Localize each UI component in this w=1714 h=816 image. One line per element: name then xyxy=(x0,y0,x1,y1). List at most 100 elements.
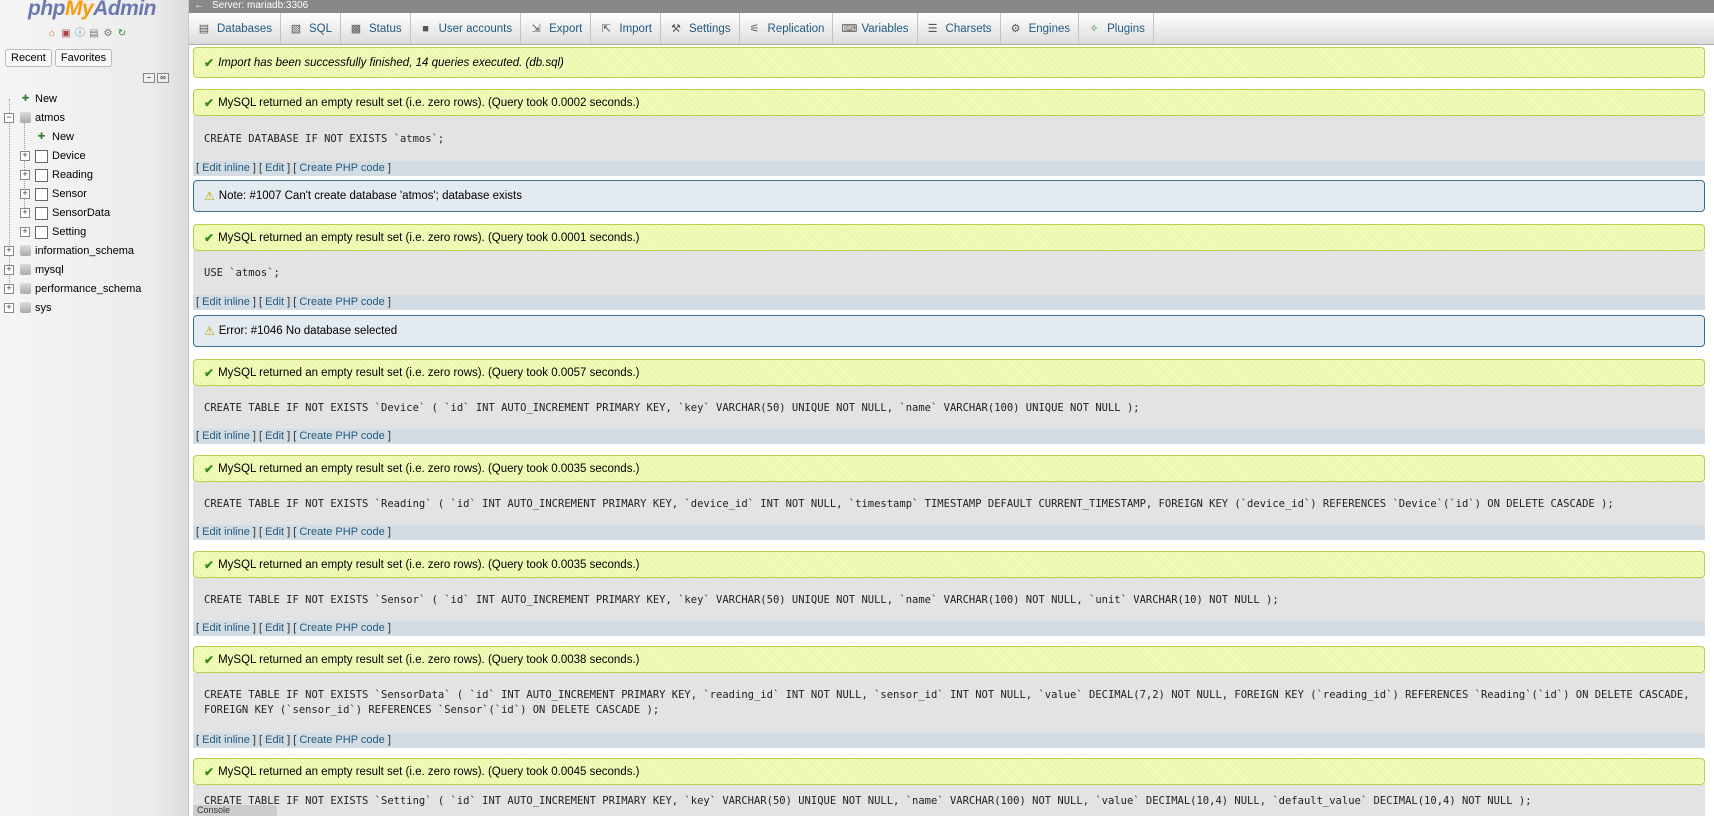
expand-icon[interactable]: + xyxy=(20,227,30,237)
expand-icon[interactable]: + xyxy=(4,246,14,256)
navigation-sidebar: phpMyAdmin ⌂ ▣ ⓘ ▤ ⚙ ↻ Recent Favorites … xyxy=(0,0,189,816)
expand-icon[interactable]: + xyxy=(20,208,30,218)
tab-settings[interactable]: ⚒ Settings xyxy=(661,13,740,44)
query-result-message: ✔ MySQL returned an empty result set (i.… xyxy=(193,551,1705,578)
edit-inline-link[interactable]: Edit inline xyxy=(202,526,250,538)
tab-export[interactable]: ⇲ Export xyxy=(521,13,592,44)
edit-link[interactable]: Edit xyxy=(265,526,284,538)
tab-plugins[interactable]: ✧ Plugins xyxy=(1079,13,1154,44)
expand-icon[interactable]: + xyxy=(20,170,30,180)
tree-item-db-sys[interactable]: + sys xyxy=(0,299,189,318)
edit-link[interactable]: Edit xyxy=(265,162,284,174)
success-check-icon: ✔ xyxy=(204,764,215,779)
warning-icon: ⚠ xyxy=(204,189,215,203)
link-with-main-icon[interactable]: ∞ xyxy=(157,73,169,83)
message-text: MySQL returned an empty result set (i.e.… xyxy=(218,96,640,109)
create-php-code-link[interactable]: Create PHP code xyxy=(299,296,384,308)
expand-icon[interactable]: + xyxy=(20,151,30,161)
reload-icon[interactable]: ↻ xyxy=(116,28,128,40)
create-php-code-link[interactable]: Create PHP code xyxy=(299,734,384,746)
query-result-message: ✔ MySQL returned an empty result set (i.… xyxy=(193,224,1705,251)
tab-import[interactable]: ⇱ Import xyxy=(591,13,661,44)
tree-item-db-performance-schema[interactable]: + performance_schema xyxy=(0,280,189,299)
edit-inline-link[interactable]: Edit inline xyxy=(202,622,250,634)
tree-label-atmos-new: New xyxy=(52,131,75,143)
exit-icon[interactable]: ▣ xyxy=(60,28,72,40)
expand-icon[interactable]: + xyxy=(20,189,30,199)
tree-item-table-setting[interactable]: + Setting xyxy=(0,223,189,242)
expand-icon[interactable]: + xyxy=(4,284,14,294)
sql-query: CREATE TABLE IF NOT EXISTS `Device` ( `i… xyxy=(193,386,1705,429)
status-icon: ▩ xyxy=(350,22,362,35)
tab-sql[interactable]: ▧ SQL xyxy=(281,13,341,44)
tree-label-database: performance_schema xyxy=(35,283,142,295)
edit-inline-link[interactable]: Edit inline xyxy=(202,734,250,746)
main-menu: ▤ Databases ▧ SQL ▩ Status ■ User accounts ⇲… xyxy=(189,13,1714,45)
query-result-message: ✔ MySQL returned an empty result set (i.… xyxy=(193,359,1705,386)
create-php-code-link[interactable]: Create PHP code xyxy=(299,162,384,174)
engines-icon: ⚙ xyxy=(1010,22,1021,35)
home-icon[interactable]: ⌂ xyxy=(46,28,58,40)
query-result-message: ✔ MySQL returned an empty result set (i.… xyxy=(193,758,1705,785)
recent-tab[interactable]: Recent xyxy=(5,49,52,67)
edit-link[interactable]: Edit xyxy=(265,734,284,746)
success-check-icon: ✔ xyxy=(204,95,215,110)
database-tree: ✚ New − atmos ✚ New + Device + Reading +… xyxy=(0,90,189,318)
back-arrow-icon[interactable]: ← xyxy=(193,0,205,12)
docs-icon[interactable]: ▤ xyxy=(88,28,100,40)
settings-icon[interactable]: ⚙ xyxy=(102,28,114,40)
tree-item-table-sensor[interactable]: + Sensor xyxy=(0,185,189,204)
tab-label: Plugins xyxy=(1107,22,1145,35)
console-toggle[interactable]: Console xyxy=(193,805,277,816)
edit-link[interactable]: Edit xyxy=(265,622,284,634)
tab-databases[interactable]: ▤ Databases xyxy=(189,13,281,44)
sql-query-line: CREATE TABLE IF NOT EXISTS `SensorData` … xyxy=(204,689,1690,701)
favorites-tab[interactable]: Favorites xyxy=(54,49,113,67)
server-breadcrumb[interactable]: Server: mariadb:3306 xyxy=(212,0,308,12)
tab-status[interactable]: ▩ Status xyxy=(341,13,411,44)
success-check-icon: ✔ xyxy=(204,652,215,667)
tree-label-table: Setting xyxy=(52,226,87,238)
edit-link[interactable]: Edit xyxy=(265,296,284,308)
tree-label-new: New xyxy=(35,93,58,105)
expand-icon[interactable]: + xyxy=(4,265,14,275)
tree-item-atmos-new[interactable]: ✚ New xyxy=(0,128,189,147)
console-label: Console xyxy=(197,805,231,815)
collapse-icon[interactable]: − xyxy=(4,113,14,123)
tree-item-table-sensordata[interactable]: + SensorData xyxy=(0,204,189,223)
tree-label-database: information_schema xyxy=(35,245,135,257)
phpmyadmin-logo[interactable]: phpMyAdmin xyxy=(28,0,156,21)
tab-variables[interactable]: ⌨ Variables xyxy=(833,13,918,44)
collapse-all-icon[interactable]: − xyxy=(143,73,155,83)
error-message: ⚠ Error: #1046 No database selected xyxy=(193,315,1705,347)
tab-charsets[interactable]: ☰ Charsets xyxy=(918,13,1001,44)
create-php-code-link[interactable]: Create PHP code xyxy=(299,622,384,634)
tree-item-new[interactable]: ✚ New xyxy=(0,90,189,109)
edit-link[interactable]: Edit xyxy=(265,430,284,442)
create-php-code-link[interactable]: Create PHP code xyxy=(299,526,384,538)
tab-replication[interactable]: ⚟ Replication xyxy=(740,13,834,44)
tab-user-accounts[interactable]: ■ User accounts xyxy=(411,13,522,44)
tree-item-table-reading[interactable]: + Reading xyxy=(0,166,189,185)
tree-item-atmos[interactable]: − atmos xyxy=(0,109,189,128)
query-result-message: ✔ MySQL returned an empty result set (i.… xyxy=(193,455,1705,482)
tab-label: Databases xyxy=(217,22,272,35)
edit-inline-link[interactable]: Edit inline xyxy=(202,162,250,174)
sql-query: CREATE TABLE IF NOT EXISTS `Setting` ( `… xyxy=(193,785,1705,816)
help-icon[interactable]: ⓘ xyxy=(74,28,86,40)
create-php-code-link[interactable]: Create PHP code xyxy=(299,430,384,442)
tree-item-table-device[interactable]: + Device xyxy=(0,147,189,166)
tree-item-db-information-schema[interactable]: + information_schema xyxy=(0,242,189,261)
edit-inline-link[interactable]: Edit inline xyxy=(202,430,250,442)
quick-icons: ⌂ ▣ ⓘ ▤ ⚙ ↻ xyxy=(46,28,128,40)
tab-label: Settings xyxy=(688,22,731,35)
tree-item-db-mysql[interactable]: + mysql xyxy=(0,261,189,280)
sql-query: CREATE TABLE IF NOT EXISTS `Reading` ( `… xyxy=(193,482,1705,525)
variables-icon: ⌨ xyxy=(841,22,858,35)
expand-icon[interactable]: + xyxy=(4,303,14,313)
edit-inline-link[interactable]: Edit inline xyxy=(202,296,250,308)
tab-label: Engines xyxy=(1028,22,1071,35)
tab-engines[interactable]: ⚙ Engines xyxy=(1001,13,1080,44)
query-actions: [ Edit inline ] [ Edit ] [ Create PHP co… xyxy=(193,621,1705,636)
new-db-icon: ✚ xyxy=(21,93,30,103)
